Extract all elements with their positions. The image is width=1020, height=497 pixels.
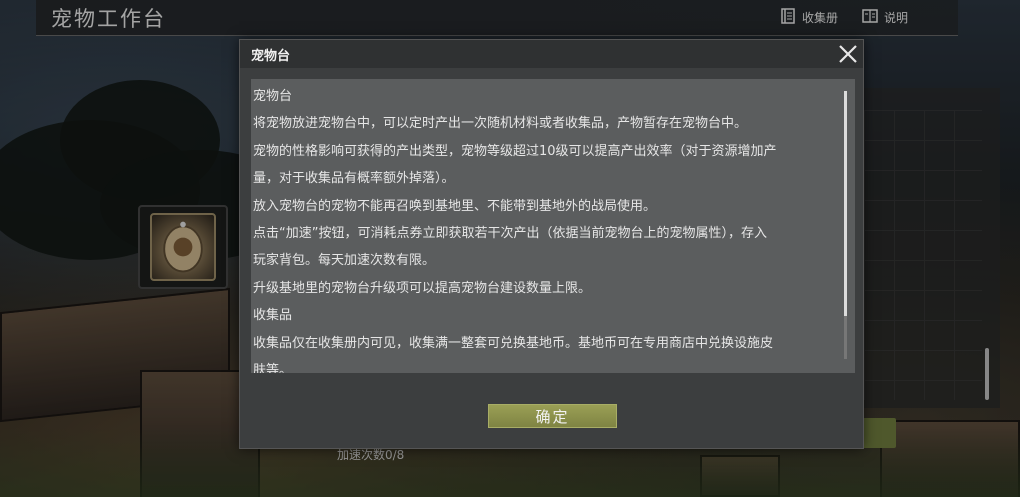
close-icon [836,45,860,70]
scrollbar-thumb[interactable] [844,91,847,316]
section-heading: 收集品 [253,308,293,324]
description-line: 玩家背包。每天加速次数有限。 [253,253,436,269]
description-line: 收集品仅在收集册内可见，收集满一整套可兑换基地币。基地币可在专用商店中兑换设施皮 [253,335,774,351]
description-line: 点击“加速”按钮，可消耗点券立即获取若干次产出（依据当前宠物台上的宠物属性），存… [253,226,767,242]
description-line: 将宠物放进宠物台中，可以定时产出一次随机材料或者收集品，产物暂存在宠物台中。 [253,116,748,132]
pet-table-dialog: 宠物台 宠物台 将宠物放进宠物台中，可以定时产出一次随机材料或者收集品，产物暂存… [239,39,864,449]
description-scrollbar[interactable] [844,91,847,359]
dialog-title: 宠物台 [251,49,291,64]
description-line: 升级基地里的宠物台升级项可以提高宠物台建设数量上限。 [253,280,592,296]
description-line: 放入宠物台的宠物不能再召唤到基地里、不能带到基地外的战局使用。 [253,198,657,214]
description-line: 量，对于收集品有概率额外掉落）。 [253,171,455,187]
description-text: 宠物台 将宠物放进宠物台中，可以定时产出一次随机材料或者收集品，产物暂存在宠物台… [253,83,833,373]
dialog-header: 宠物台 [240,40,863,68]
confirm-button[interactable]: 确定 [488,404,617,428]
section-heading: 宠物台 [253,89,293,104]
description-scroll-area[interactable]: 宠物台 将宠物放进宠物台中，可以定时产出一次随机材料或者收集品，产物暂存在宠物台… [251,79,855,373]
close-button[interactable] [836,42,860,66]
description-line: 肤等。 [253,363,293,373]
description-line: 宠物的性格影响可获得的产出类型，宠物等级超过10级可以提高产出效率（对于资源增加… [253,143,777,159]
